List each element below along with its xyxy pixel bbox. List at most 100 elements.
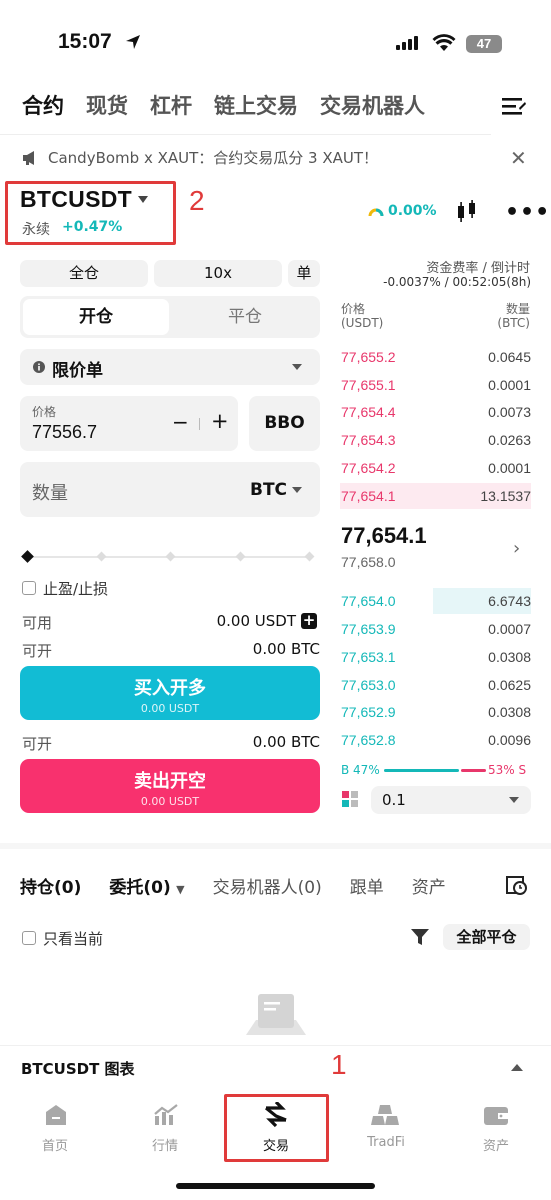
info-icon <box>33 361 45 373</box>
precision-select[interactable]: 0.1 <box>371 786 531 814</box>
ask-price: 77,654.2 <box>341 460 396 476</box>
bid-row[interactable]: 77,652.8 0.0096 <box>340 727 531 755</box>
bid-qty: 0.0308 <box>488 704 531 720</box>
ratio-bar-buy <box>384 769 459 772</box>
slider-stop[interactable] <box>165 551 176 562</box>
tab-bots[interactable]: 交易机器人 <box>320 90 425 120</box>
ask-row[interactable]: 77,655.1 0.0001 <box>340 372 531 400</box>
chevron-down-icon[interactable] <box>138 196 148 203</box>
quantity-unit[interactable]: BTC <box>250 480 287 500</box>
tab-futures[interactable]: 合约 <box>22 90 64 120</box>
annotation-label-2: 2 <box>189 185 205 216</box>
price-input[interactable]: 77556.7 <box>32 422 97 443</box>
deposit-plus-icon[interactable]: + <box>301 613 317 629</box>
quantity-field[interactable]: 数量 BTC <box>20 462 320 517</box>
qty-column-header: 数量 <box>505 302 530 316</box>
ask-row[interactable]: 77,654.1 13.1537 <box>340 483 531 511</box>
wallet-icon[interactable] <box>483 1104 509 1126</box>
filter-icon[interactable] <box>410 928 430 946</box>
funding-indicator[interactable]: 0.00% <box>368 203 437 219</box>
price-change: +0.47% <box>62 219 123 235</box>
candlestick-icon[interactable] <box>455 199 479 225</box>
bid-row[interactable]: 77,653.0 0.0625 <box>340 672 531 700</box>
single-mode-button[interactable]: 单 <box>288 260 320 287</box>
buy-long-button[interactable]: 买入开多 0.00 USDT <box>20 666 320 720</box>
more-icon[interactable]: ••• <box>505 200 550 225</box>
tab-onchain[interactable]: 链上交易 <box>214 90 298 120</box>
can-open-short-label: 可开 <box>22 735 53 753</box>
tab-open[interactable]: 开仓 <box>23 299 169 335</box>
order-type-select[interactable]: 限价单 <box>20 349 320 385</box>
ask-qty: 0.0263 <box>488 432 531 448</box>
nav-markets[interactable]: 行情 <box>125 1135 205 1154</box>
chevron-right-icon[interactable]: › <box>513 538 520 559</box>
bid-row[interactable]: 77,654.0 6.6743 <box>340 588 531 616</box>
history-icon[interactable] <box>505 873 528 896</box>
bid-row[interactable]: 77,653.1 0.0308 <box>340 644 531 672</box>
tpsl-label[interactable]: 止盈/止损 <box>43 578 108 599</box>
tab-spot[interactable]: 现货 <box>86 90 128 120</box>
close-icon[interactable]: ✕ <box>510 146 527 170</box>
only-current-label[interactable]: 只看当前 <box>43 928 103 949</box>
stepper-divider <box>199 418 200 430</box>
price-decrement-button[interactable]: − <box>172 410 189 434</box>
symbol-name[interactable]: BTCUSDT <box>20 186 132 213</box>
ask-price: 77,654.4 <box>341 404 396 420</box>
tab-copy-trading[interactable]: 跟单 <box>350 873 384 898</box>
tpsl-checkbox[interactable] <box>22 581 36 595</box>
ask-row[interactable]: 77,654.2 0.0001 <box>340 455 531 483</box>
nav-assets[interactable]: 资产 <box>456 1135 536 1154</box>
margin-mode-button[interactable]: 全仓 <box>20 260 148 287</box>
ask-row[interactable]: 77,654.4 0.0073 <box>340 399 531 427</box>
tab-assets[interactable]: 资产 <box>412 873 446 898</box>
tab-bot-positions[interactable]: 交易机器人(0) <box>213 873 322 898</box>
slider-stop[interactable] <box>235 551 246 562</box>
slider-stop[interactable] <box>304 551 315 562</box>
funding-title: 资金费率 / 倒计时 <box>426 261 530 276</box>
ask-price: 77,655.1 <box>341 377 396 393</box>
can-open-long-value: 0.00 BTC <box>252 640 320 658</box>
section-divider <box>0 843 551 849</box>
location-arrow-icon <box>126 35 140 49</box>
empty-state-icon <box>246 994 306 1035</box>
status-time: 15:07 <box>58 30 112 53</box>
price-field[interactable]: 价格 77556.7 − + <box>20 396 238 451</box>
sell-short-button[interactable]: 卖出开空 0.00 USDT <box>20 759 320 813</box>
tab-positions[interactable]: 持仓(0) <box>20 873 81 898</box>
tab-margin[interactable]: 杠杆 <box>150 90 192 120</box>
book-layout-icon[interactable] <box>342 791 359 808</box>
sell-short-label: 卖出开空 <box>134 771 206 792</box>
annotation-box-1 <box>224 1094 329 1162</box>
can-open-short-value: 0.00 BTC <box>252 733 320 751</box>
buy-long-label: 买入开多 <box>134 678 206 699</box>
menu-icon[interactable] <box>502 96 526 116</box>
bid-qty: 0.0625 <box>488 677 531 693</box>
only-current-checkbox[interactable] <box>22 931 36 945</box>
bid-row[interactable]: 77,652.9 0.0308 <box>340 699 531 727</box>
home-icon[interactable] <box>44 1104 68 1126</box>
slider-handle[interactable] <box>21 550 34 563</box>
ask-row[interactable]: 77,654.3 0.0263 <box>340 427 531 455</box>
tab-orders[interactable]: 委托(0) ▼ <box>109 873 184 898</box>
tab-close[interactable]: 平仓 <box>170 296 320 338</box>
funding-value: -0.0037% / 00:52:05(8h) <box>383 275 531 289</box>
tradfi-gold-icon[interactable] <box>371 1104 399 1126</box>
chart-bar[interactable]: BTCUSDT 图表 <box>0 1045 551 1090</box>
nav-tradfi[interactable]: TradFi <box>346 1135 426 1150</box>
price-increment-button[interactable]: + <box>211 409 229 433</box>
banner-text: CandyBomb x XAUT：合约交易瓜分 3 XAUT！ <box>48 149 379 167</box>
slider-stop[interactable] <box>96 551 107 562</box>
market-chart-icon[interactable] <box>153 1104 179 1126</box>
nav-home[interactable]: 首页 <box>15 1135 95 1154</box>
ratio-bar-sell <box>461 769 486 772</box>
bbo-button[interactable]: BBO <box>249 396 320 451</box>
leverage-button[interactable]: 10x <box>154 260 282 287</box>
position-tabs: 持仓(0) 委托(0) ▼ 交易机器人(0) 跟单 资产 <box>20 873 446 898</box>
bid-price: 77,653.1 <box>341 649 396 665</box>
bid-row[interactable]: 77,653.9 0.0007 <box>340 616 531 644</box>
announcement-banner[interactable]: CandyBomb x XAUT：合约交易瓜分 3 XAUT！ <box>22 147 378 168</box>
ask-row[interactable]: 77,655.2 0.0645 <box>340 344 531 372</box>
close-all-button[interactable]: 全部平仓 <box>443 924 530 950</box>
bid-price: 77,653.0 <box>341 677 396 693</box>
available-label: 可用 <box>22 614 53 632</box>
